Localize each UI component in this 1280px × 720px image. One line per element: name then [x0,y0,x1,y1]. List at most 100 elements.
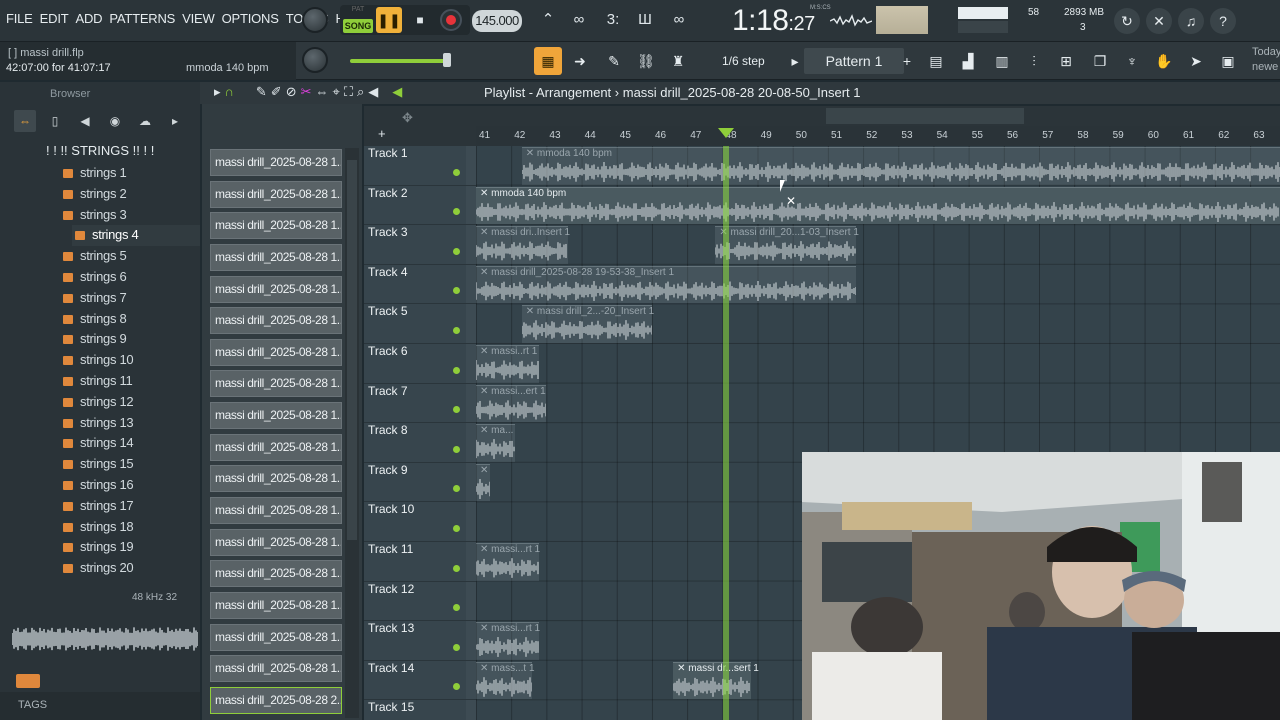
track-header[interactable]: Track 3 [364,225,476,265]
clip-source-item[interactable]: massi drill_2025-08-28 1... [210,465,342,493]
track-header[interactable]: Track 9 [364,462,476,503]
zoom-tool-icon[interactable]: ⌕ [357,84,364,100]
tags-label[interactable]: TAGS [18,699,47,711]
playlist-clip[interactable]: ✕ [476,463,491,502]
playlist-clip[interactable]: ✕ massi dri..Insert 1 [476,226,570,264]
browser-item[interactable]: strings 9 [60,329,200,350]
browser-item[interactable]: strings 2 [60,184,200,205]
playlist-clip[interactable]: ✕ massi drill_2025-08-28 19-53-38_Insert… [476,265,857,304]
playlist-clip[interactable]: ✕ massi drill_2...-20_Insert 1 [521,305,654,343]
menu-patterns[interactable]: PATTERNS [109,11,175,26]
browser-item[interactable]: strings 5 [60,246,200,267]
track-resize-grip[interactable] [466,581,476,621]
playlist-clip[interactable]: ✕ mmoda 140 bpm [521,147,1280,185]
menu-add[interactable]: ADD [75,11,102,26]
track-resize-grip[interactable] [466,700,476,720]
pattern-mode-toggle[interactable]: PAT [343,6,373,17]
browser-item[interactable]: strings 16 [60,475,200,496]
browser-cloud-icon[interactable]: ☁ [134,110,156,132]
master-pitch-knob[interactable] [302,47,328,73]
track-mute-led[interactable] [453,524,460,532]
stamp-icon[interactable]: ♜ [664,47,692,75]
track-mute-led[interactable] [453,564,460,572]
playlist-clip[interactable]: ✕ massi..rt 1 [476,345,540,383]
track-mute-led[interactable] [453,326,460,334]
browser-item[interactable]: strings 7 [60,288,200,309]
clip-source-item[interactable]: massi drill_2025-08-28 1... [210,370,342,398]
playlist-view-button[interactable]: ▦ [534,47,562,75]
browser-item[interactable]: strings 4 [72,225,200,247]
browser-item[interactable]: strings 11 [60,371,200,392]
clip-source-item[interactable]: massi drill_2025-08-28 1... [210,560,342,588]
song-time-display[interactable]: 1:18:27 [732,4,815,38]
clip-source-item[interactable]: massi drill_2025-08-28 1... [210,149,342,176]
track-header[interactable]: Track 5 [364,304,476,344]
track-header[interactable]: Track 1 [364,146,476,186]
track-resize-grip[interactable] [466,621,476,660]
tool-move-icon[interactable]: ✥ [402,110,413,126]
select-tool-icon[interactable]: ⛶ [344,84,353,100]
track-resize-grip[interactable] [466,423,476,462]
playlist-clip[interactable]: ✕ ma... [476,424,515,462]
track-mute-led[interactable] [453,445,460,453]
browser-item[interactable]: strings 12 [60,392,200,413]
menu-view[interactable]: VIEW [182,11,215,26]
browser-item[interactable]: strings 10 [60,350,200,371]
clip-source-item[interactable]: massi drill_2025-08-28 1... [210,623,342,651]
plugin-database-icon[interactable]: ❐ [1086,47,1114,75]
track-mute-led[interactable] [453,366,460,374]
track-mute-led[interactable] [453,604,460,612]
menu-file[interactable]: FILE [6,11,33,26]
browser-item[interactable]: strings 15 [60,454,200,475]
track-header[interactable]: Track 4 [364,264,476,305]
playlist-menu-icon[interactable]: ▸ [214,84,221,100]
pattern-prev-icon[interactable]: ▸ [786,47,804,75]
plugin-picker-icon[interactable]: ♆ [1118,47,1146,75]
draw-tool-icon[interactable]: ✎ [256,84,267,100]
help-icon[interactable]: ? [1210,8,1236,34]
browser-plugin-icon[interactable]: ◉ [104,110,126,132]
browser-item[interactable]: strings 1 [60,163,200,184]
arrangement-icon[interactable]: ◀ [392,84,402,100]
close-icon[interactable]: ✕ [1146,8,1172,34]
browser-item[interactable]: strings 3 [60,205,200,226]
track-resize-grip[interactable] [466,542,476,581]
track-resize-grip[interactable] [466,225,476,264]
pause-button[interactable]: ❚❚ [376,7,402,33]
magnet-icon[interactable]: ∩ [225,84,234,100]
browser-item[interactable]: strings 14 [60,433,200,454]
clip-source-item[interactable]: massi drill_2025-08-28 1... [210,497,342,525]
browser-item[interactable]: strings 6 [60,267,200,288]
blend-notes-icon[interactable]: Ш [632,9,658,31]
metronome-icon[interactable]: ⌃ [535,9,561,31]
arrow-next-icon[interactable]: ➜ [566,47,594,75]
wait-input-icon[interactable]: ∞ [566,9,592,31]
record-button[interactable] [440,9,462,31]
track-resize-grip[interactable] [466,383,476,423]
track-resize-grip[interactable] [466,344,476,383]
playlist-clip[interactable]: ✕ massi...ert 1 [476,384,547,423]
tempo-display[interactable]: 145.000 [472,10,522,32]
track-mute-led[interactable] [453,643,460,651]
track-resize-grip[interactable] [466,660,476,700]
main-volume-handle[interactable] [443,53,451,67]
microphone-icon[interactable]: ♫ [1178,8,1204,34]
pattern-selector[interactable]: Pattern 1 [804,48,904,74]
master-volume-knob[interactable] [302,7,328,33]
clip-source-item[interactable]: massi drill_2025-08-28 1... [210,433,342,461]
news-panel[interactable]: Today newe [1252,45,1280,75]
channel-rack-icon[interactable]: ▥ [988,47,1016,75]
menu-options[interactable]: OPTIONS [222,11,279,26]
link-icon[interactable]: ⛓ [632,47,660,75]
pencil-icon[interactable]: ✎ [600,47,628,75]
piano-roll-icon[interactable]: ▟ [954,47,982,75]
clip-source-item[interactable]: massi drill_2025-08-28 2... [210,686,342,714]
playhead[interactable] [723,146,730,720]
clip-source-item[interactable]: massi drill_2025-08-28 1... [210,338,342,366]
playlist-clip[interactable]: ✕ massi drill_20...1-03_Insert 1 [715,226,859,264]
mixer-icon[interactable]: ⫶ [1020,47,1048,75]
browser-item[interactable]: strings 20 [60,558,200,579]
track-mute-led[interactable] [453,287,460,295]
browser-item[interactable]: strings 17 [60,496,200,517]
track-resize-grip[interactable] [466,502,476,541]
